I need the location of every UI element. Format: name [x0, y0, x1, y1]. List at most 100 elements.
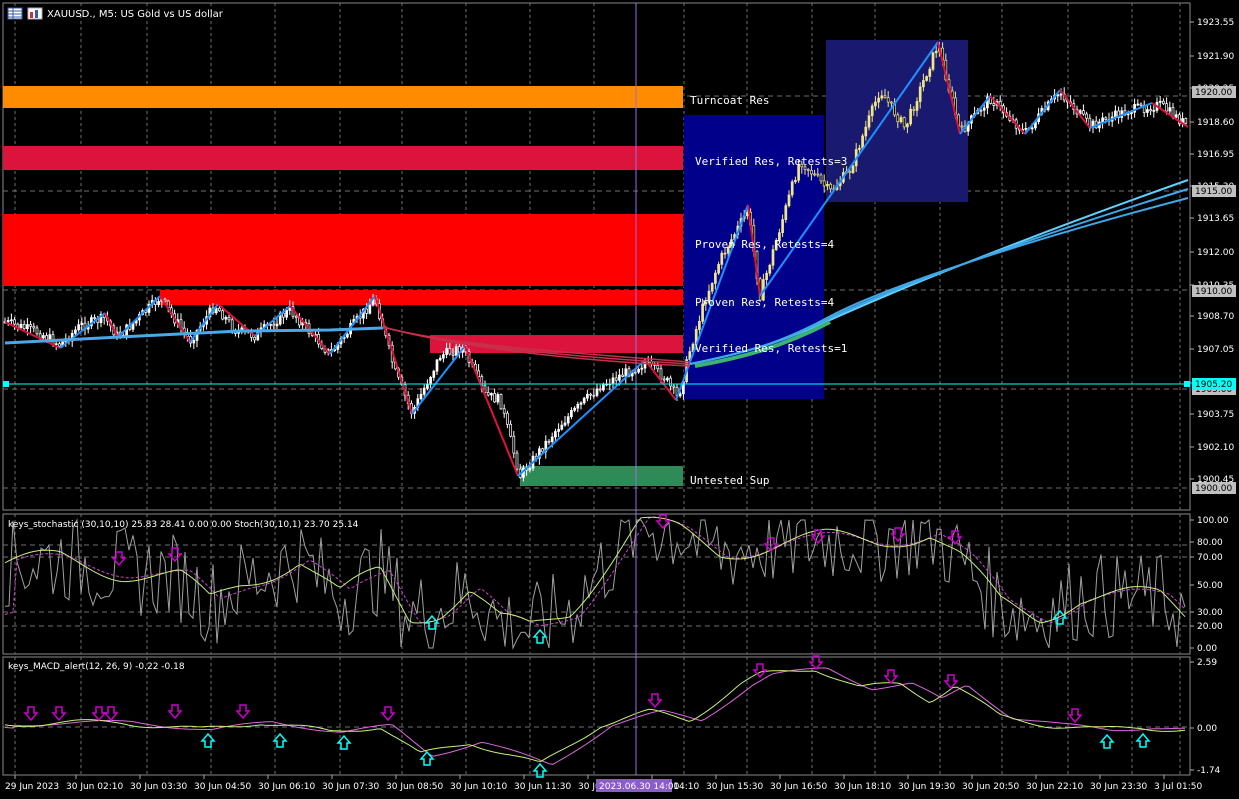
candle-body [547, 440, 551, 443]
candle-body [826, 183, 829, 187]
candle-body [560, 424, 564, 430]
price-tick-label: 1908.70 [1197, 312, 1234, 322]
current-price-marker-left[interactable] [3, 381, 9, 387]
candle-body [1024, 128, 1028, 130]
candle-body [426, 384, 429, 389]
price-tick-label: 1903.75 [1197, 410, 1234, 420]
grid-menu-icon[interactable] [7, 7, 23, 20]
zone-rect [3, 86, 683, 108]
candle-body [925, 76, 928, 81]
candle-body [13, 319, 16, 325]
candle-body [365, 308, 368, 314]
price-tick-label: 1918.60 [1197, 118, 1234, 128]
candle-body [1158, 100, 1162, 103]
chart-type-icon[interactable] [27, 7, 43, 20]
candle-body [438, 357, 442, 361]
candle-body [570, 410, 573, 418]
candle-body [592, 394, 596, 397]
candle-body [877, 97, 880, 103]
candle-body [512, 435, 516, 454]
zone-rect [160, 290, 683, 305]
candle-body [928, 68, 932, 77]
candle-body [230, 319, 234, 331]
candle-body [909, 108, 912, 125]
candle-body [541, 448, 544, 453]
stoch-tick-label: 80.00 [1197, 538, 1223, 548]
candle-body [58, 343, 61, 347]
chart-header: XAUUSD., M5: US Gold vs US dollar [7, 7, 224, 20]
candle-body [1085, 113, 1088, 119]
candle-body [486, 392, 490, 396]
candle-body [45, 335, 48, 341]
time-label: 3 Jul 01:50 [1154, 782, 1203, 792]
candle-body [598, 388, 602, 391]
candle-body [515, 452, 519, 470]
candle-body [1030, 127, 1034, 130]
candle-body [595, 388, 599, 396]
candle-body [42, 335, 45, 339]
candle-body [714, 272, 717, 284]
stoch-tick-label: 20.00 [1197, 622, 1223, 632]
candle-body [563, 422, 567, 426]
candle-body [218, 307, 221, 312]
candle-body [6, 320, 10, 323]
time-label: 30 Jun 03:30 [130, 782, 187, 792]
zone-label: Verified Res, Retests=1 [695, 342, 847, 355]
candle-body [586, 393, 589, 399]
stoch-tick-label: 50.00 [1197, 581, 1223, 591]
time-label: 30 Jun 07:30 [322, 782, 379, 792]
candle-body [810, 170, 813, 175]
candle-body [368, 304, 372, 314]
time-label: 30 Jun 08:50 [386, 782, 443, 792]
time-label: 30 Jun 16:50 [770, 782, 827, 792]
candle-body [221, 310, 224, 320]
candle-body [550, 436, 554, 442]
candle-body [698, 320, 701, 330]
candle-body [1059, 93, 1063, 96]
candle-body [506, 412, 509, 425]
candle-body [496, 394, 500, 403]
price-tick-label: 1923.55 [1197, 18, 1234, 28]
candle-body [454, 346, 458, 356]
candle-body [422, 387, 426, 395]
candle-body [781, 219, 784, 234]
candle-body [22, 324, 26, 329]
candle-body [224, 317, 228, 320]
candle-body [768, 264, 772, 274]
price-tick-label: 1912.00 [1197, 248, 1234, 258]
candle-body [1114, 110, 1117, 118]
stochastic-panel[interactable] [2, 513, 1191, 655]
candle-body [499, 394, 503, 410]
candle-body [435, 359, 439, 372]
candle-body [74, 329, 77, 334]
time-label: 30 Jun 22:10 [1026, 782, 1083, 792]
candle-body [157, 301, 160, 306]
candle-body [285, 309, 288, 318]
chart-window[interactable]: Turncoat Res Verified Res, Retests=3 Prove… [0, 0, 1239, 799]
price-level-label: 1920.00 [1195, 88, 1232, 98]
candle-body [493, 393, 496, 403]
current-price-marker-right[interactable] [1184, 381, 1190, 387]
candle-body [787, 194, 791, 206]
candle-body [765, 272, 768, 280]
candle-body [723, 252, 727, 255]
candle-body [666, 377, 669, 381]
candle-body [557, 428, 560, 432]
candle-body [442, 354, 445, 359]
candle-body [890, 101, 893, 104]
candle-body [611, 377, 615, 385]
chart-title: XAUUSD., M5: US Gold vs US dollar [47, 9, 224, 20]
candle-body [582, 397, 586, 404]
candle-body [979, 109, 983, 112]
candle-body [275, 323, 279, 327]
candle-body [1101, 117, 1104, 123]
macd-panel[interactable] [2, 656, 1191, 776]
zone-label: Untested Sup [690, 474, 769, 487]
time-label: 30 Jun 20:50 [962, 782, 1019, 792]
crosshair-time-label: 2023.06.30 14:00 [599, 782, 680, 792]
stoch-tick-label: 70.00 [1197, 553, 1223, 563]
macd-tick-label: 2.59 [1197, 658, 1217, 668]
stoch-tick-label: 0.00 [1197, 644, 1217, 654]
candle-body [579, 402, 583, 405]
candle-body [419, 393, 423, 400]
